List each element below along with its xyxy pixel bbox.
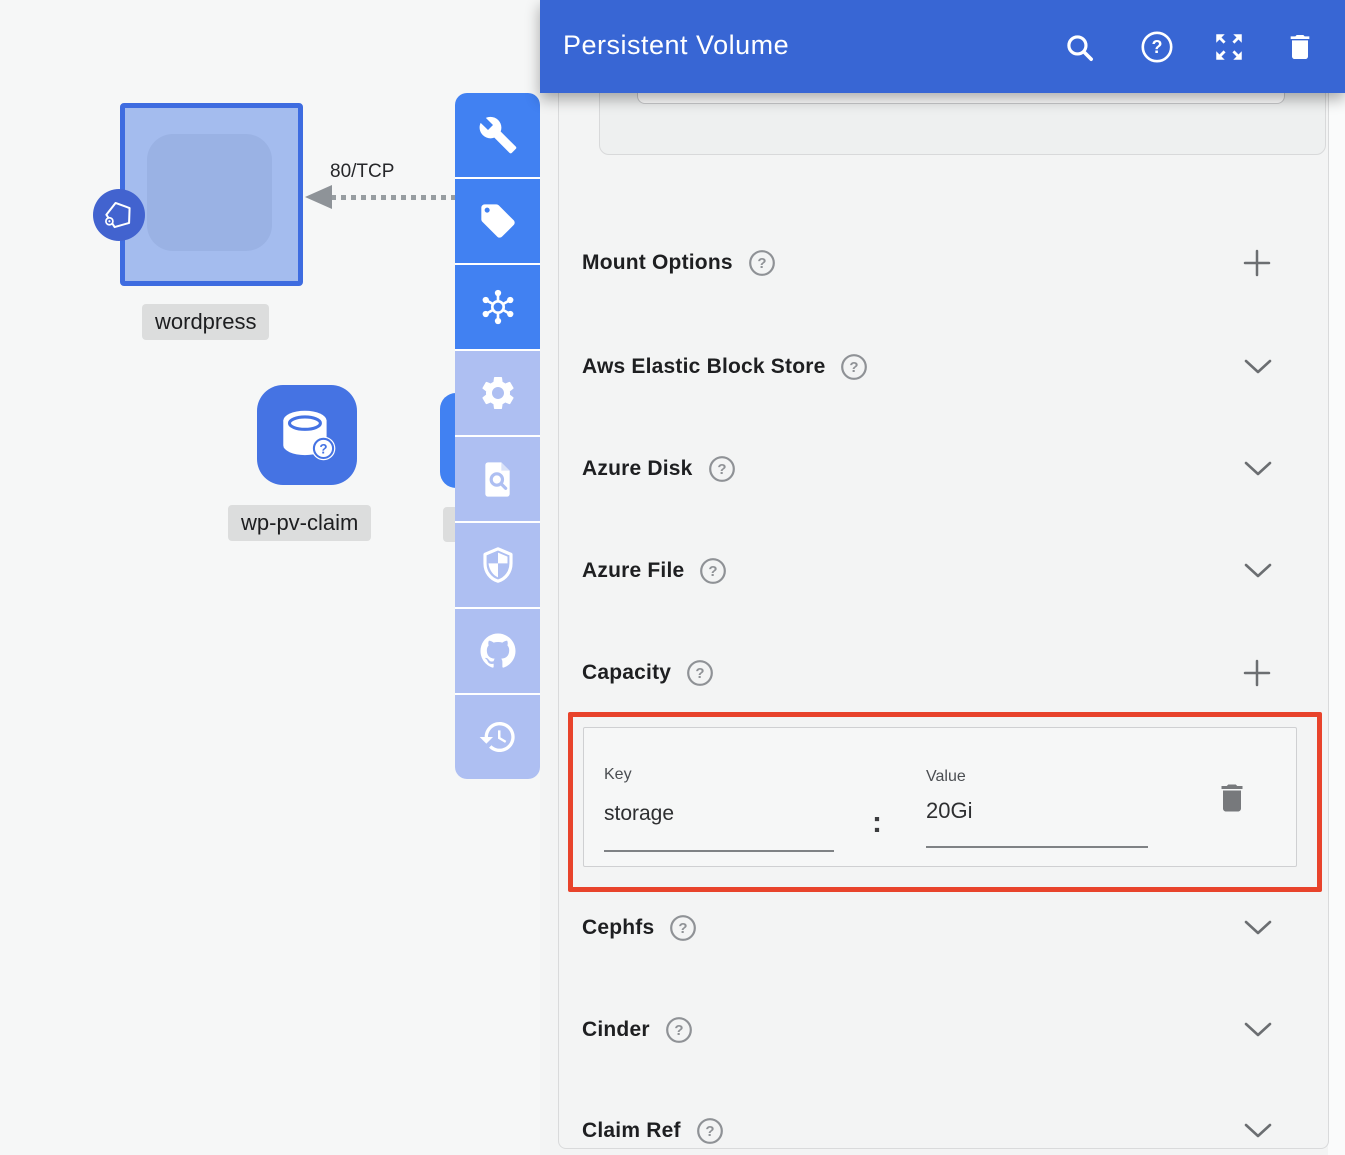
svg-text:?: ? [757, 255, 766, 272]
svg-text:?: ? [674, 1022, 683, 1039]
capacity-entry-card: Key storage : Value 20Gi [583, 727, 1297, 867]
collapse-chevron-icon[interactable] [1244, 1123, 1272, 1139]
toolbar-hub-button[interactable] [455, 265, 540, 349]
toolbar-history-button[interactable] [455, 695, 540, 779]
edge-port-label: 80/TCP [330, 161, 394, 183]
svg-text:?: ? [850, 359, 859, 376]
section-cephfs: Cephfs ? [582, 906, 1272, 950]
section-title: Cinder [582, 1018, 650, 1042]
svg-text:?: ? [717, 461, 726, 478]
section-title: Azure Disk [582, 457, 693, 481]
node-label-wordpress: wordpress [142, 304, 269, 340]
add-mount-option-button[interactable] [1242, 248, 1272, 278]
toolbar-doc-search-button[interactable] [455, 437, 540, 521]
help-icon[interactable]: ? [686, 659, 714, 687]
section-title: Aws Elastic Block Store [582, 355, 825, 379]
delete-capacity-entry-button[interactable] [1214, 780, 1250, 816]
key-value-separator: : [872, 806, 882, 840]
wrench-icon [478, 115, 518, 155]
collapse-chevron-icon[interactable] [1244, 359, 1272, 375]
trash-icon [1284, 31, 1316, 63]
expand-arrows-icon [1212, 30, 1246, 64]
section-mount-options: Mount Options ? [582, 241, 1272, 285]
shield-icon [478, 545, 518, 585]
svg-text:?: ? [709, 563, 718, 580]
collapse-chevron-icon[interactable] [1244, 920, 1272, 936]
node-wp-pv-claim[interactable]: ? [257, 385, 357, 485]
help-icon[interactable]: ? [840, 353, 868, 381]
edge-dotted-line [331, 195, 459, 200]
toolbar-tag-button[interactable] [455, 179, 540, 263]
collapse-chevron-icon[interactable] [1244, 461, 1272, 477]
fit-to-screen-button[interactable] [1211, 29, 1247, 65]
collapse-chevron-icon[interactable] [1244, 1022, 1272, 1038]
help-icon[interactable]: ? [748, 249, 776, 277]
toolbar-wrench-button[interactable] [455, 93, 540, 177]
help-icon[interactable]: ? [669, 914, 697, 942]
help-circle-icon: ? [1140, 30, 1174, 64]
key-field-label: Key [604, 766, 632, 784]
search-icon [1063, 31, 1096, 64]
toolbar-settings-button[interactable] [455, 351, 540, 435]
section-claim-ref: Claim Ref ? [582, 1109, 1272, 1153]
help-icon[interactable]: ? [696, 1117, 724, 1145]
section-azure-file: Azure File ? [582, 549, 1272, 593]
node-wordpress[interactable] [120, 103, 303, 286]
gear-icon [478, 373, 518, 413]
value-field-underline [926, 846, 1148, 848]
svg-text:?: ? [319, 442, 327, 457]
section-title: Mount Options [582, 251, 733, 275]
panel-title: Persistent Volume [563, 30, 789, 61]
section-title: Cephfs [582, 916, 654, 940]
section-aws-elastic-block-store: Aws Elastic Block Store ? [582, 345, 1272, 389]
persistent-volume-panel: ReadWriteOnce Mount Options ? Aws Elasti… [540, 0, 1345, 1155]
annotation-highlight-box: Key storage : Value 20Gi [568, 712, 1322, 892]
pod-badge-icon [93, 189, 145, 241]
trash-icon [1214, 780, 1250, 816]
svg-text:?: ? [679, 920, 688, 937]
panel-header: Persistent Volume ? [540, 0, 1345, 93]
help-button[interactable]: ? [1139, 29, 1175, 65]
section-capacity: Capacity ? [582, 651, 1272, 695]
delete-button[interactable] [1282, 29, 1318, 65]
section-title: Claim Ref [582, 1119, 681, 1143]
svg-text:?: ? [696, 665, 705, 682]
hub-icon [477, 286, 519, 328]
toolbar-github-button[interactable] [455, 609, 540, 693]
search-button[interactable] [1061, 29, 1097, 65]
key-field-value[interactable]: storage [604, 802, 674, 826]
section-title: Capacity [582, 661, 671, 685]
help-icon[interactable]: ? [665, 1016, 693, 1044]
canvas-toolbar [455, 93, 540, 779]
section-azure-disk: Azure Disk ? [582, 447, 1272, 491]
edge-arrowhead-icon [305, 185, 332, 209]
section-cinder: Cinder ? [582, 1008, 1272, 1052]
collapse-chevron-icon[interactable] [1244, 563, 1272, 579]
database-icon: ? [274, 402, 340, 468]
add-capacity-button[interactable] [1242, 658, 1272, 688]
node-wordpress-body [147, 134, 272, 251]
scrollbar-track[interactable] [1328, 0, 1345, 1155]
help-icon[interactable]: ? [708, 455, 736, 483]
value-field-label: Value [926, 768, 966, 786]
section-title: Azure File [582, 559, 684, 583]
svg-text:?: ? [1152, 37, 1163, 57]
help-icon[interactable]: ? [699, 557, 727, 585]
app-window: wordpress 80/TCP ? wp-pv-claim [0, 0, 1345, 1155]
document-search-icon [478, 459, 518, 499]
key-field-underline [604, 850, 834, 852]
github-icon [477, 630, 519, 672]
tag-icon [478, 201, 518, 241]
value-field-value[interactable]: 20Gi [926, 798, 972, 824]
history-icon [478, 717, 518, 757]
svg-text:?: ? [705, 1123, 714, 1140]
node-label-wp-pv-claim: wp-pv-claim [228, 505, 371, 541]
pentagon-icon [99, 195, 139, 235]
toolbar-shield-button[interactable] [455, 523, 540, 607]
